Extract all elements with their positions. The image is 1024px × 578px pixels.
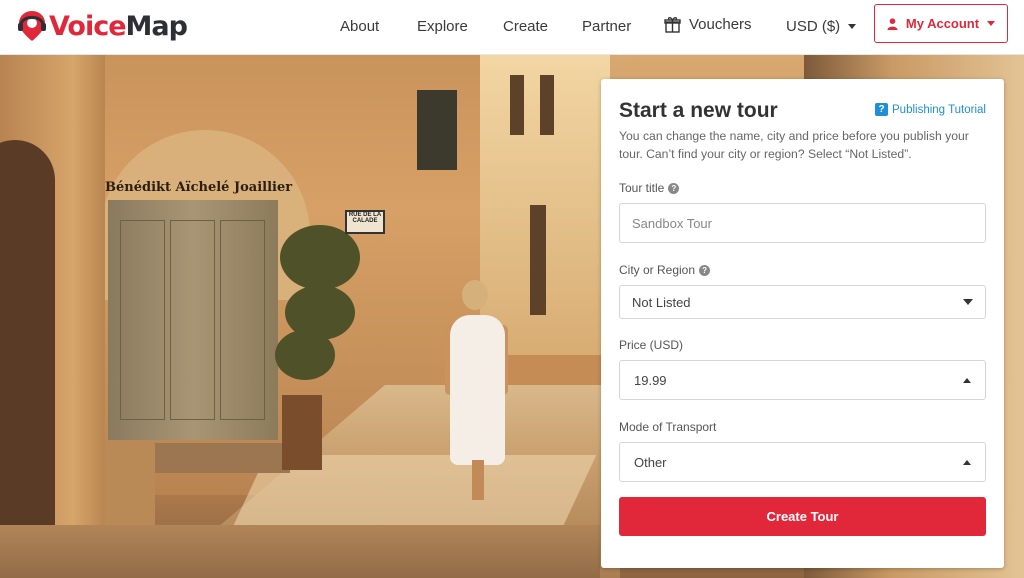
gift-icon: [664, 17, 681, 33]
transport-mode-label: Mode of Transport: [619, 420, 717, 434]
city-region-label: City or Region ?: [619, 263, 711, 277]
city-region-select[interactable]: Not Listed: [619, 285, 986, 319]
nav-about-link[interactable]: About: [340, 18, 379, 35]
logo-text-voice: Voice: [49, 10, 127, 42]
logo-text-map: Map: [125, 10, 188, 42]
nav-create-link[interactable]: Create: [503, 18, 548, 35]
chevron-down-icon: [848, 24, 857, 29]
question-icon[interactable]: ?: [668, 182, 680, 194]
nav-explore-link[interactable]: Explore: [417, 18, 468, 35]
publishing-tutorial-link[interactable]: ? Publishing Tutorial: [875, 103, 986, 116]
price-value: 19.99: [634, 372, 667, 388]
create-tour-button[interactable]: Create Tour: [619, 497, 986, 536]
publishing-tutorial-label: Publishing Tutorial: [892, 103, 986, 116]
currency-dropdown[interactable]: USD ($): [786, 18, 857, 35]
price-label: Price (USD): [619, 338, 684, 352]
chevron-up-icon: [963, 459, 971, 465]
my-account-label: My Account: [905, 16, 980, 31]
top-navbar: VoiceMap About Explore Create Partner Vo…: [0, 0, 1024, 55]
city-region-value: Not Listed: [632, 294, 691, 310]
chevron-up-icon: [963, 377, 971, 383]
tour-title-field[interactable]: [619, 203, 986, 243]
shop-door: [108, 200, 278, 440]
form-description: You can change the name, city and price …: [619, 129, 969, 161]
help-icon: ?: [875, 103, 889, 116]
transport-mode-select[interactable]: Other: [619, 442, 986, 482]
street-name-sign: RUE DE LA CALADE: [345, 210, 385, 234]
tour-title-input[interactable]: [632, 215, 973, 231]
currency-label: USD ($): [786, 18, 841, 35]
form-title: Start a new tour: [619, 99, 778, 122]
vouchers-label: Vouchers: [689, 16, 752, 33]
chevron-down-icon: [963, 299, 973, 305]
tour-title-label: Tour title ?: [619, 181, 680, 195]
question-icon[interactable]: ?: [699, 264, 711, 276]
hanging-shop-sign: [417, 90, 457, 170]
map-pin-headphones-icon: [18, 11, 46, 41]
price-select[interactable]: 19.99: [619, 360, 986, 400]
my-account-button[interactable]: My Account: [874, 4, 1008, 43]
topiary-plant: [275, 225, 365, 405]
user-icon: [887, 17, 898, 30]
chevron-down-icon: [987, 21, 996, 26]
shop-sign: Bénédikt Aïchelé Joaillier: [105, 180, 293, 195]
voicemap-logo[interactable]: VoiceMap: [16, 9, 188, 43]
nav-partner-link[interactable]: Partner: [582, 18, 631, 35]
transport-mode-value: Other: [634, 454, 667, 470]
new-tour-form-panel: Start a new tour ? Publishing Tutorial Y…: [601, 79, 1004, 568]
walking-woman: [450, 315, 505, 465]
nav-vouchers-link[interactable]: Vouchers: [664, 16, 752, 33]
